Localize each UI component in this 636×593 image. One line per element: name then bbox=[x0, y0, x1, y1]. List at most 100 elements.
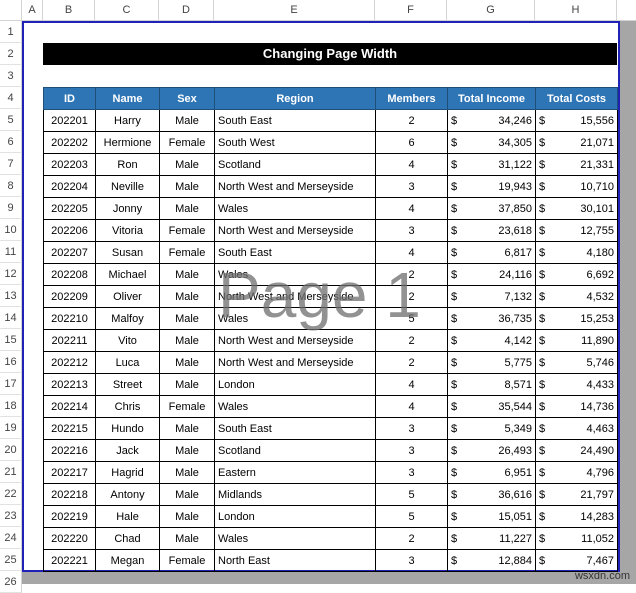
table-cell[interactable]: Male bbox=[159, 461, 215, 484]
table-cell[interactable]: $5,775 bbox=[447, 351, 536, 374]
table-cell[interactable]: 202206 bbox=[43, 219, 96, 242]
table-cell[interactable]: Harry bbox=[95, 109, 160, 132]
table-cell[interactable]: Wales bbox=[214, 395, 376, 418]
table-cell[interactable]: 202216 bbox=[43, 439, 96, 462]
table-cell[interactable]: 4 bbox=[375, 153, 448, 176]
row-header[interactable]: 19 bbox=[0, 417, 22, 439]
table-cell[interactable]: 202213 bbox=[43, 373, 96, 396]
row-header[interactable]: 10 bbox=[0, 219, 22, 241]
row-header[interactable]: 26 bbox=[0, 571, 22, 593]
table-cell[interactable]: Male bbox=[159, 373, 215, 396]
table-cell[interactable]: $7,132 bbox=[447, 285, 536, 308]
table-header-cell[interactable]: Total Costs bbox=[535, 87, 618, 110]
table-cell[interactable]: Chad bbox=[95, 527, 160, 550]
table-cell[interactable]: Male bbox=[159, 175, 215, 198]
table-cell[interactable]: $15,253 bbox=[535, 307, 618, 330]
table-cell[interactable]: 2 bbox=[375, 109, 448, 132]
table-cell[interactable]: $31,122 bbox=[447, 153, 536, 176]
table-cell[interactable]: 2 bbox=[375, 263, 448, 286]
table-cell[interactable]: 202212 bbox=[43, 351, 96, 374]
column-header[interactable]: B bbox=[43, 0, 95, 21]
table-cell[interactable]: North East bbox=[214, 549, 376, 572]
table-cell[interactable]: Wales bbox=[214, 197, 376, 220]
table-cell[interactable]: 3 bbox=[375, 175, 448, 198]
table-cell[interactable]: $10,710 bbox=[535, 175, 618, 198]
row-header[interactable]: 18 bbox=[0, 395, 22, 417]
table-cell[interactable]: 202221 bbox=[43, 549, 96, 572]
row-header[interactable]: 11 bbox=[0, 241, 22, 263]
table-cell[interactable]: $6,951 bbox=[447, 461, 536, 484]
table-cell[interactable]: Chris bbox=[95, 395, 160, 418]
table-cell[interactable]: Male bbox=[159, 109, 215, 132]
table-cell[interactable]: $4,142 bbox=[447, 329, 536, 352]
row-header[interactable]: 4 bbox=[0, 87, 22, 109]
table-cell[interactable]: Male bbox=[159, 307, 215, 330]
row-header[interactable]: 21 bbox=[0, 461, 22, 483]
table-cell[interactable]: 6 bbox=[375, 131, 448, 154]
table-cell[interactable]: North West and Merseyside bbox=[214, 351, 376, 374]
table-cell[interactable]: Female bbox=[159, 549, 215, 572]
table-cell[interactable]: 3 bbox=[375, 461, 448, 484]
table-cell[interactable]: Malfoy bbox=[95, 307, 160, 330]
table-cell[interactable]: 3 bbox=[375, 219, 448, 242]
table-cell[interactable]: London bbox=[214, 373, 376, 396]
row-header[interactable]: 16 bbox=[0, 351, 22, 373]
table-cell[interactable]: Male bbox=[159, 505, 215, 528]
table-cell[interactable]: Male bbox=[159, 329, 215, 352]
table-cell[interactable]: 4 bbox=[375, 395, 448, 418]
table-cell[interactable]: South West bbox=[214, 131, 376, 154]
table-cell[interactable]: 3 bbox=[375, 417, 448, 440]
row-header[interactable]: 9 bbox=[0, 197, 22, 219]
table-cell[interactable]: Midlands bbox=[214, 483, 376, 506]
table-cell[interactable]: $4,796 bbox=[535, 461, 618, 484]
table-cell[interactable]: $6,817 bbox=[447, 241, 536, 264]
row-header[interactable]: 15 bbox=[0, 329, 22, 351]
table-cell[interactable]: Michael bbox=[95, 263, 160, 286]
table-cell[interactable]: 202219 bbox=[43, 505, 96, 528]
table-cell[interactable]: Male bbox=[159, 153, 215, 176]
table-cell[interactable]: Male bbox=[159, 439, 215, 462]
table-cell[interactable]: 202209 bbox=[43, 285, 96, 308]
table-cell[interactable]: $14,283 bbox=[535, 505, 618, 528]
table-cell[interactable]: $24,490 bbox=[535, 439, 618, 462]
column-header[interactable]: D bbox=[159, 0, 214, 21]
table-cell[interactable]: Megan bbox=[95, 549, 160, 572]
table-cell[interactable]: 202205 bbox=[43, 197, 96, 220]
table-cell[interactable]: Neville bbox=[95, 175, 160, 198]
table-cell[interactable]: 202204 bbox=[43, 175, 96, 198]
row-header[interactable]: 22 bbox=[0, 483, 22, 505]
table-cell[interactable]: Ron bbox=[95, 153, 160, 176]
table-cell[interactable]: $7,467 bbox=[535, 549, 618, 572]
select-all-corner[interactable] bbox=[0, 0, 22, 21]
table-cell[interactable]: 202207 bbox=[43, 241, 96, 264]
table-cell[interactable]: 202201 bbox=[43, 109, 96, 132]
table-cell[interactable]: North West and Merseyside bbox=[214, 285, 376, 308]
table-cell[interactable]: Male bbox=[159, 483, 215, 506]
table-header-cell[interactable]: ID bbox=[43, 87, 96, 110]
table-cell[interactable]: $26,493 bbox=[447, 439, 536, 462]
table-cell[interactable]: Male bbox=[159, 263, 215, 286]
table-cell[interactable]: 202217 bbox=[43, 461, 96, 484]
table-cell[interactable]: $37,850 bbox=[447, 197, 536, 220]
row-header[interactable]: 12 bbox=[0, 263, 22, 285]
row-header[interactable]: 17 bbox=[0, 373, 22, 395]
table-cell[interactable]: Vitoria bbox=[95, 219, 160, 242]
table-cell[interactable]: 202203 bbox=[43, 153, 96, 176]
table-cell[interactable]: North West and Merseyside bbox=[214, 219, 376, 242]
table-cell[interactable]: $15,051 bbox=[447, 505, 536, 528]
column-header[interactable]: A bbox=[22, 0, 43, 21]
table-cell[interactable]: $36,616 bbox=[447, 483, 536, 506]
table-cell[interactable]: $4,532 bbox=[535, 285, 618, 308]
table-cell[interactable]: London bbox=[214, 505, 376, 528]
table-cell[interactable]: 202220 bbox=[43, 527, 96, 550]
table-cell[interactable]: $4,180 bbox=[535, 241, 618, 264]
table-cell[interactable]: $4,463 bbox=[535, 417, 618, 440]
table-cell[interactable]: $34,305 bbox=[447, 131, 536, 154]
table-cell[interactable]: 4 bbox=[375, 241, 448, 264]
column-header[interactable]: F bbox=[375, 0, 447, 21]
table-cell[interactable]: Antony bbox=[95, 483, 160, 506]
table-cell[interactable]: $19,943 bbox=[447, 175, 536, 198]
table-cell[interactable]: Female bbox=[159, 395, 215, 418]
table-cell[interactable]: $30,101 bbox=[535, 197, 618, 220]
table-cell[interactable]: $14,736 bbox=[535, 395, 618, 418]
